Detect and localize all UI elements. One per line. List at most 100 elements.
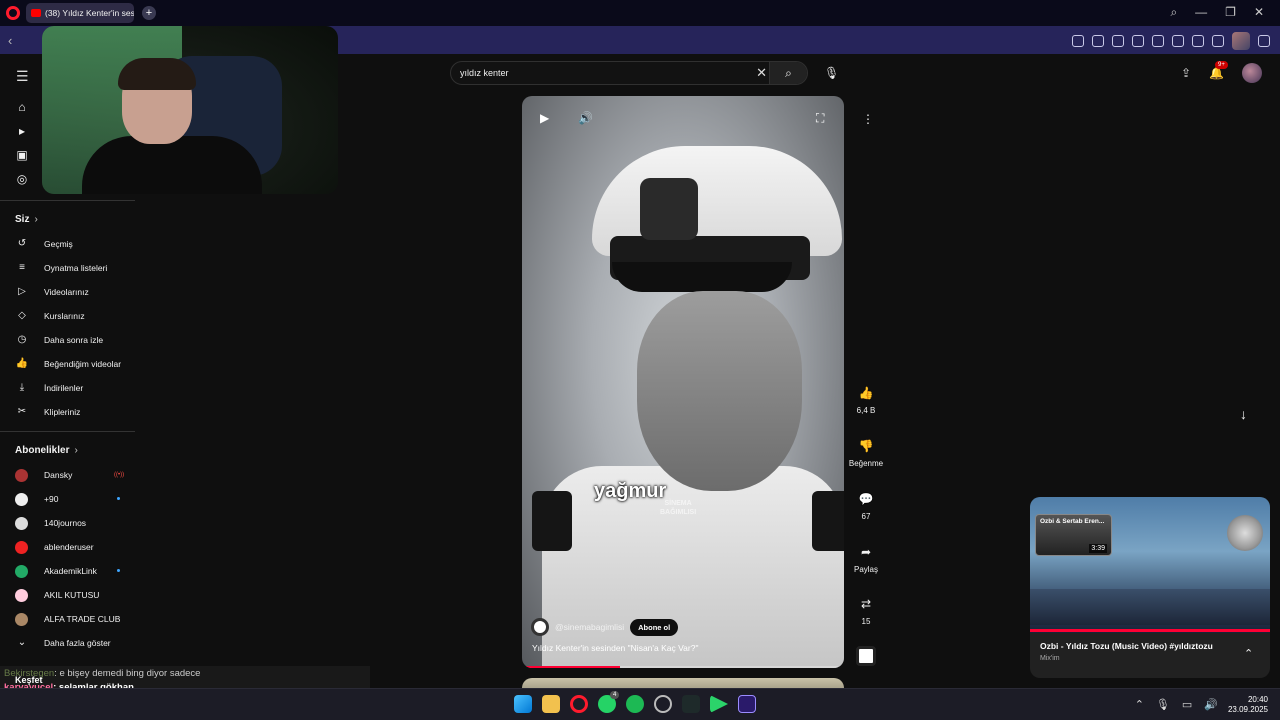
sidebar-item-history[interactable]: ↺ Geçmiş: [15, 234, 73, 254]
shorts-icon[interactable]: ▸: [15, 124, 29, 138]
profile-avatar[interactable]: [1232, 32, 1250, 50]
search-box[interactable]: yıldız kenter ✕ ⌕: [450, 61, 808, 85]
dislike-button[interactable]: 👎 Beğenme: [844, 439, 888, 468]
maximize-icon[interactable]: ❐: [1225, 5, 1236, 20]
subscription-item[interactable]: +90: [15, 489, 120, 509]
back-icon[interactable]: ‹: [8, 33, 12, 48]
heart-icon[interactable]: [1172, 35, 1184, 47]
media-player-icon[interactable]: [710, 695, 728, 713]
subscription-item[interactable]: AkademikLink: [15, 561, 120, 581]
fullscreen-icon[interactable]: ⛶: [816, 111, 824, 126]
short-title[interactable]: Yıldız Kenter'in sesinden "Nisan'a Kaç V…: [532, 643, 698, 653]
sound-thumbnail[interactable]: [856, 646, 876, 666]
taskbar-clock[interactable]: 20:40 23.09.2025: [1228, 695, 1268, 715]
remix-button[interactable]: ⇄ 15: [844, 597, 888, 626]
channel-avatar[interactable]: [531, 618, 549, 636]
spotify-icon[interactable]: [626, 695, 644, 713]
tray-microphone-icon[interactable]: 🎙: [1156, 698, 1170, 711]
sidebar-item-watch-later[interactable]: ◷ Daha sonra izle: [15, 330, 103, 350]
subscription-item[interactable]: ALFA TRADE CLUB: [15, 609, 120, 629]
subscription-name: ALFA TRADE CLUB: [44, 614, 121, 624]
browser-tab-bar: (38) Yıldız Kenter'in sesind + ⌕ — ❐ ✕: [0, 0, 1280, 26]
play-icon[interactable]: [1152, 35, 1164, 47]
subscribe-button[interactable]: Abone ol: [630, 618, 679, 636]
short-progress-bar[interactable]: [526, 666, 838, 668]
file-explorer-icon[interactable]: [542, 695, 560, 713]
play-button-icon[interactable]: ▶: [540, 111, 549, 125]
show-more-button[interactable]: ⌄ Daha fazla göster: [15, 633, 111, 653]
more-options-icon[interactable]: ⋮: [862, 112, 874, 126]
premiere-pro-icon[interactable]: [738, 695, 756, 713]
sidebar-item-clips[interactable]: ✂ Klipleriniz: [15, 402, 81, 422]
browser-tab-youtube[interactable]: (38) Yıldız Kenter'in sesind: [26, 3, 134, 23]
like-button[interactable]: 👍 6,4 B: [844, 386, 888, 415]
shorts-player[interactable]: ▶ 🔊 ⛶ yağmur SİNEMA BAĞIMLISI @sinemabag…: [522, 96, 844, 668]
volume-icon[interactable]: 🔊: [578, 111, 593, 125]
lens-icon[interactable]: [1072, 35, 1084, 47]
upload-icon[interactable]: ⇪: [1181, 66, 1191, 80]
menu-lines-icon[interactable]: [1212, 35, 1224, 47]
microphone-icon[interactable]: 🎙: [824, 66, 839, 80]
comments-button[interactable]: 💬 67: [844, 492, 888, 521]
sidebar-item-your-videos[interactable]: ▷ Videolarınız: [15, 282, 89, 302]
subscription-name: ablenderuser: [44, 542, 94, 552]
playlist-icon: ≡: [19, 262, 25, 273]
tray-network-icon[interactable]: ▭: [1182, 698, 1192, 711]
whatsapp-icon[interactable]: 4: [598, 691, 620, 713]
mini-player-channel-avatar[interactable]: [1227, 515, 1263, 551]
short-progress-fill: [526, 666, 620, 668]
thumbs-down-icon: 👎: [858, 439, 874, 453]
subscription-item[interactable]: 140journos: [15, 513, 86, 533]
camera-icon[interactable]: [1112, 35, 1124, 47]
hamburger-menu-icon[interactable]: ☰: [16, 68, 29, 85]
mini-nav: ⌂ ▸ ▣ ◎: [15, 100, 29, 186]
share-button[interactable]: ➦ Paylaş: [844, 545, 888, 574]
home-icon[interactable]: ⌂: [15, 100, 29, 114]
search-input[interactable]: yıldız kenter: [460, 68, 509, 78]
clock-date: 23.09.2025: [1227, 705, 1268, 714]
subscription-item[interactable]: AKIL KUTUSU: [15, 585, 99, 605]
channel-row: @sinemabagimlisi Abone ol: [531, 618, 679, 636]
chatgpt-icon[interactable]: [654, 695, 672, 713]
sidebar-item-playlists[interactable]: ≡ Oynatma listeleri: [15, 258, 107, 278]
shield-icon[interactable]: [1132, 35, 1144, 47]
tray-volume-icon[interactable]: 🔊: [1204, 698, 1218, 711]
sidebar-item-courses[interactable]: ◇ Kurslarınız: [15, 306, 84, 326]
you-section-title[interactable]: Siz ›: [15, 214, 38, 225]
subscription-item[interactable]: Dansky ((•)): [15, 465, 124, 485]
edit-icon[interactable]: [1092, 35, 1104, 47]
terminal-icon[interactable]: [682, 695, 700, 713]
browser-search-icon[interactable]: ⌕: [1170, 5, 1177, 20]
sidebar-item-downloads[interactable]: ⤓ İndirilenler: [15, 378, 83, 398]
mini-player-progress[interactable]: [1030, 629, 1270, 632]
explore-section-title[interactable]: Keşfet: [15, 675, 43, 685]
search-button[interactable]: ⌕: [769, 62, 807, 84]
sidebar-item-liked-videos[interactable]: 👍 Beğendiğim videolar: [15, 354, 121, 374]
next-short-arrow-icon[interactable]: ↓: [1240, 406, 1247, 422]
user-avatar[interactable]: [1242, 63, 1262, 83]
chevron-up-icon[interactable]: ⌃: [1244, 647, 1253, 660]
subscription-item[interactable]: ablenderuser: [15, 537, 94, 557]
minimize-icon[interactable]: —: [1195, 5, 1207, 20]
mini-player-title[interactable]: Ozbi - Yıldız Tozu (Music Video) #yıldız…: [1040, 641, 1213, 651]
new-tab-button[interactable]: +: [142, 6, 156, 20]
clear-search-icon[interactable]: ✕: [756, 65, 767, 81]
channel-name[interactable]: @sinemabagimlisi: [555, 622, 624, 632]
opera-logo-icon[interactable]: [6, 6, 20, 20]
video-frame-visor: [612, 262, 792, 292]
windows-start-icon[interactable]: [514, 695, 532, 713]
tray-expand-icon[interactable]: ⌃: [1135, 698, 1144, 711]
subscriptions-section-title[interactable]: Abonelikler ›: [15, 445, 78, 456]
notifications-bell-icon[interactable]: 🔔 9+: [1209, 61, 1228, 80]
opera-browser-icon[interactable]: [570, 695, 588, 713]
chat-message: Bekirstegen: e bişey demedi bing diyor s…: [4, 668, 366, 679]
subscriptions-section-label: Abonelikler: [15, 445, 70, 456]
subscriptions-icon[interactable]: ▣: [15, 148, 29, 162]
you-icon[interactable]: ◎: [15, 172, 29, 186]
channel-avatar: [15, 468, 28, 482]
download-icon[interactable]: [1192, 35, 1204, 47]
extensions-icon[interactable]: [1258, 35, 1270, 47]
mini-player[interactable]: Ozbi & Sertab Eren... 3:39 Ozbi - Yıldız…: [1030, 497, 1270, 678]
close-window-icon[interactable]: ✕: [1254, 5, 1264, 20]
downloads-icon: ⤓: [19, 382, 25, 393]
